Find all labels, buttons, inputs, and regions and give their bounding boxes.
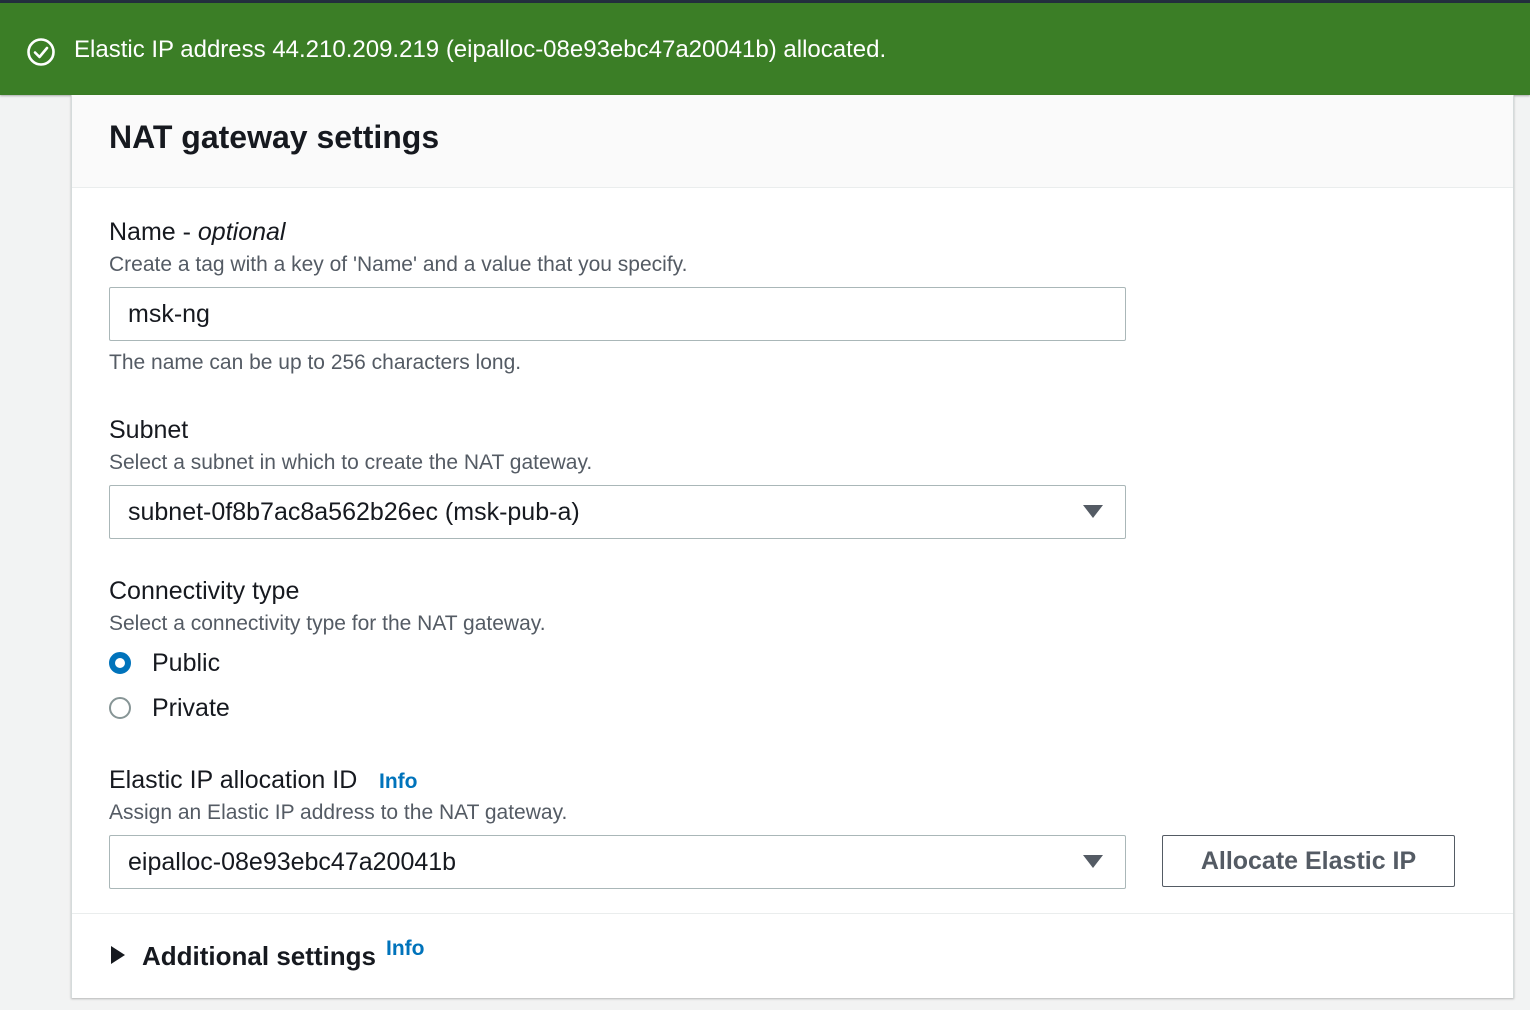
name-label: Name - optional: [109, 217, 285, 247]
elastic-ip-label: Elastic IP allocation ID: [109, 766, 358, 794]
elastic-ip-select[interactable]: eipalloc-08e93ebc47a20041b: [109, 835, 1126, 889]
connectivity-label: Connectivity type: [109, 577, 300, 605]
name-label-text: Name -: [109, 218, 198, 246]
name-constraint: The name can be up to 256 characters lon…: [109, 351, 522, 374]
additional-settings-toggle[interactable]: Additional settings: [142, 940, 376, 972]
radio-private-label[interactable]: Private: [152, 693, 230, 723]
check-circle-icon: [27, 38, 55, 66]
name-description: Create a tag with a key of 'Name' and a …: [109, 253, 688, 276]
nat-gateway-settings-panel: NAT gateway settings Name - optional Cre…: [71, 95, 1514, 998]
subnet-label: Subnet: [109, 416, 189, 444]
caret-down-icon[interactable]: [1083, 505, 1103, 518]
panel-title: NAT gateway settings: [109, 119, 440, 155]
name-input[interactable]: msk-ng: [109, 287, 1126, 341]
panel-header: NAT gateway settings: [72, 95, 1513, 188]
allocate-elastic-ip-button[interactable]: Allocate Elastic IP: [1162, 835, 1455, 887]
subnet-select[interactable]: subnet-0f8b7ac8a562b26ec (msk-pub-a): [109, 485, 1126, 539]
subnet-selected-value[interactable]: subnet-0f8b7ac8a562b26ec (msk-pub-a): [128, 497, 580, 527]
caret-right-icon[interactable]: [111, 946, 125, 964]
name-label-optional: optional: [197, 218, 286, 246]
radio-public[interactable]: [109, 652, 131, 674]
connectivity-description: Select a connectivity type for the NAT g…: [109, 612, 546, 635]
flash-message: Elastic IP address 44.210.209.219 (eipal…: [74, 36, 887, 63]
elastic-ip-description: Assign an Elastic IP address to the NAT …: [109, 801, 568, 824]
elastic-ip-info-link[interactable]: Info: [379, 769, 417, 795]
elastic-ip-selected-value[interactable]: eipalloc-08e93ebc47a20041b: [128, 847, 456, 877]
success-flashbar: Elastic IP address 44.210.209.219 (eipal…: [0, 3, 1530, 95]
caret-down-icon[interactable]: [1083, 855, 1103, 868]
radio-public-label[interactable]: Public: [152, 648, 220, 678]
additional-settings-info-link[interactable]: Info: [386, 936, 424, 962]
radio-private[interactable]: [109, 697, 131, 719]
name-input-value[interactable]: msk-ng: [128, 299, 210, 329]
subnet-description: Select a subnet in which to create the N…: [109, 451, 593, 474]
divider: [72, 913, 1513, 914]
